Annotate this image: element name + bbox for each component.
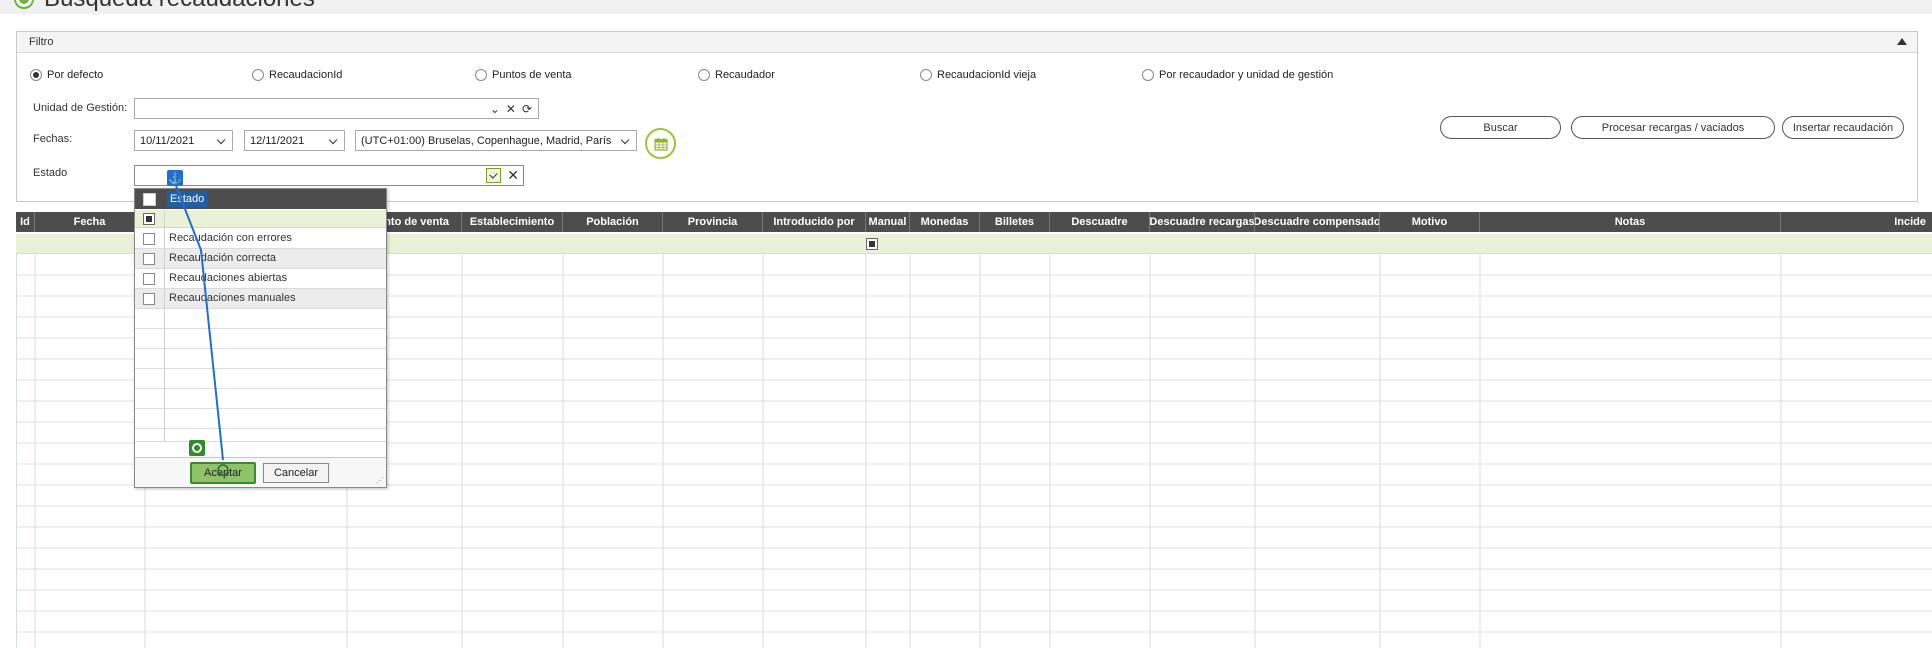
- estado-multiselect[interactable]: ✕: [134, 165, 524, 186]
- buscar-button[interactable]: Buscar: [1440, 116, 1561, 139]
- popup-header-label: Estado: [167, 191, 208, 207]
- page-title: Búsqueda recaudaciones: [44, 0, 315, 13]
- chevron-down-icon[interactable]: [620, 135, 630, 145]
- column-header-billetes[interactable]: Billetes: [980, 212, 1050, 232]
- chevron-down-icon[interactable]: [216, 135, 226, 145]
- estado-label: Estado: [33, 167, 68, 179]
- empty-row: [135, 349, 386, 369]
- estado-option[interactable]: Recaudaciones abiertas: [135, 269, 386, 289]
- radio-label: Recaudador: [715, 69, 775, 81]
- popup-header: Estado: [135, 189, 386, 209]
- chevron-down-icon[interactable]: [328, 135, 338, 145]
- timezone-value: (UTC+01:00) Bruselas, Copenhague, Madrid…: [361, 134, 612, 147]
- radio-icon[interactable]: [252, 69, 264, 81]
- empty-row: [135, 389, 386, 409]
- option-label: Recaudaciones manuales: [169, 292, 296, 304]
- estado-option[interactable]: Recaudaciones manuales: [135, 289, 386, 309]
- radio-por-defecto[interactable]: Por defecto: [30, 68, 103, 82]
- chevron-down-icon[interactable]: [486, 168, 501, 183]
- option-checkbox[interactable]: [143, 293, 155, 305]
- target-icon: [189, 440, 205, 456]
- fecha-desde-field[interactable]: 10/11/2021: [134, 130, 233, 151]
- column-header-fecha[interactable]: Fecha: [35, 212, 145, 232]
- radio-label: RecaudacionId: [269, 69, 343, 81]
- fechas-label: Fechas:: [33, 133, 73, 145]
- radio-label: RecaudacionId vieja: [937, 69, 1037, 81]
- column-header-id[interactable]: Id: [16, 212, 35, 232]
- radio-label: Por defecto: [47, 69, 104, 81]
- empty-row: [135, 409, 386, 429]
- page-header: Búsqueda recaudaciones: [0, 0, 1932, 14]
- caret-up-icon[interactable]: [1897, 38, 1907, 45]
- radio-icon[interactable]: [920, 69, 932, 81]
- radio-icon[interactable]: [475, 69, 487, 81]
- radio-puntos-de-venta[interactable]: Puntos de venta: [475, 68, 572, 82]
- radio-label: Puntos de venta: [492, 69, 572, 81]
- option-label: Recaudación con errores: [169, 232, 292, 244]
- column-header-descuadre-recargas[interactable]: Descuadre recargas: [1150, 212, 1255, 232]
- column-header-establecimiento[interactable]: Establecimiento: [462, 212, 563, 232]
- radio-icon[interactable]: [698, 69, 710, 81]
- option-label: Recaudaciones abiertas: [169, 272, 288, 284]
- close-icon[interactable]: ✕: [506, 102, 516, 116]
- aceptar-button[interactable]: Aceptar: [190, 462, 256, 484]
- column-header-descuadre-compensado[interactable]: Descuadre compensado: [1255, 212, 1380, 232]
- chevron-down-icon[interactable]: ⌄: [490, 102, 500, 116]
- popup-column-divider: [164, 210, 165, 442]
- column-header-incide[interactable]: Incide: [1781, 212, 1932, 232]
- column-header-motivo[interactable]: Motivo: [1380, 212, 1480, 232]
- manual-filter-checkbox[interactable]: [866, 238, 878, 250]
- radio-label: Por recaudador y unidad de gestión: [1159, 69, 1334, 81]
- option-checkbox[interactable]: [143, 253, 155, 265]
- timezone-select[interactable]: (UTC+01:00) Bruselas, Copenhague, Madrid…: [355, 130, 637, 151]
- estado-popup: Estado Recaudación con errores Recaudaci…: [134, 188, 387, 488]
- fecha-desde-value: 10/11/2021: [140, 134, 195, 147]
- column-header-manual[interactable]: Manual: [866, 212, 910, 232]
- radio-selected-icon: [14, 0, 34, 9]
- popup-filter-row: [135, 210, 386, 228]
- radio-recaudador[interactable]: Recaudador: [698, 68, 775, 82]
- insertar-recaudacion-button[interactable]: Insertar recaudación: [1782, 116, 1904, 139]
- filter-title: Filtro: [29, 36, 54, 48]
- empty-row: [135, 329, 386, 349]
- column-header-provincia[interactable]: Provincia: [663, 212, 763, 232]
- page-title-wrap: Búsqueda recaudaciones: [14, 0, 315, 14]
- radio-icon[interactable]: [1142, 69, 1154, 81]
- column-header-descuadre[interactable]: Descuadre: [1050, 212, 1150, 232]
- procesar-recargas-button[interactable]: Procesar recargas / vaciados: [1571, 116, 1775, 139]
- combo-icons: ⌄ ✕ ⟳: [490, 102, 532, 116]
- cancelar-button[interactable]: Cancelar: [263, 463, 329, 483]
- fecha-hasta-field[interactable]: 12/11/2021: [244, 130, 345, 151]
- empty-row: [135, 429, 386, 442]
- option-label: Recaudación correcta: [169, 252, 277, 264]
- radio-icon[interactable]: [30, 69, 42, 81]
- unidad-gestion-combo[interactable]: ⌄ ✕ ⟳: [134, 98, 539, 119]
- radio-recaudador-y-unidad[interactable]: Por recaudador y unidad de gestión: [1142, 68, 1333, 82]
- calendar-button[interactable]: [645, 128, 676, 159]
- close-icon[interactable]: ✕: [507, 167, 519, 184]
- fecha-hasta-value: 12/11/2021: [250, 134, 305, 147]
- popup-footer: [135, 457, 386, 487]
- option-checkbox[interactable]: [143, 233, 155, 245]
- unidad-label: Unidad de Gestión:: [33, 102, 128, 114]
- radio-recaudacion-id-vieja[interactable]: RecaudacionId vieja: [920, 68, 1036, 82]
- column-header-poblacion[interactable]: Población: [563, 212, 663, 232]
- empty-row: [135, 369, 386, 389]
- popup-filter-checkbox[interactable]: [143, 213, 155, 225]
- estado-option[interactable]: Recaudación con errores: [135, 229, 386, 249]
- column-header-monedas[interactable]: Monedas: [910, 212, 980, 232]
- radio-recaudacion-id[interactable]: RecaudacionId: [252, 68, 342, 82]
- empty-row: [135, 309, 386, 329]
- calendar-icon: [653, 137, 668, 151]
- option-checkbox[interactable]: [143, 273, 155, 285]
- refresh-icon[interactable]: ⟳: [522, 102, 532, 116]
- estado-option[interactable]: Recaudación correcta: [135, 249, 386, 269]
- column-header-notas[interactable]: Notas: [1480, 212, 1781, 232]
- column-header-introducido-por[interactable]: Introducido por: [763, 212, 866, 232]
- filter-header[interactable]: Filtro: [17, 32, 1917, 53]
- anchor-icon: ⚓: [167, 170, 183, 186]
- resize-grip-icon[interactable]: ⋰: [376, 476, 384, 485]
- select-all-checkbox[interactable]: [143, 193, 156, 206]
